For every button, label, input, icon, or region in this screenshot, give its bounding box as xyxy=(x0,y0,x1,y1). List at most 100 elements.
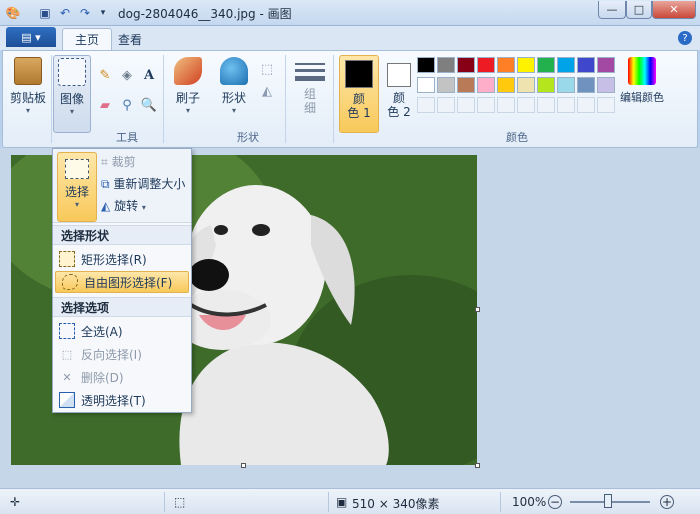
image-button[interactable]: 图像 ▾ xyxy=(53,55,91,133)
color-swatch[interactable] xyxy=(577,57,595,73)
rotate-icon: ◭ xyxy=(101,199,111,213)
close-button[interactable]: ✕ xyxy=(652,1,696,19)
chevron-down-icon: ▾ xyxy=(25,106,30,115)
rect-select-icon xyxy=(59,251,75,267)
magnifier-icon[interactable]: 🔍 xyxy=(139,95,159,115)
color-swatch[interactable] xyxy=(457,57,475,73)
edit-colors-button[interactable]: 编辑颜色 xyxy=(617,55,667,133)
minimize-button[interactable]: — xyxy=(598,1,626,19)
size-button[interactable]: 组 细 xyxy=(291,55,329,133)
color-swatch[interactable] xyxy=(597,77,615,93)
transparent-select-icon xyxy=(59,392,75,408)
color1-button[interactable]: 颜 色 1 xyxy=(339,55,379,133)
menu-select-all[interactable]: 全选(A) xyxy=(53,320,191,342)
chevron-down-icon: ▾ xyxy=(231,106,236,115)
maximize-button[interactable]: □ xyxy=(626,1,652,19)
custom-color-slot[interactable] xyxy=(537,97,555,113)
tab-home[interactable]: 主页 xyxy=(62,28,113,50)
custom-color-slot[interactable] xyxy=(577,97,595,113)
image-size-icon: ▣ xyxy=(336,495,348,509)
resize-handle-bottom[interactable] xyxy=(241,463,246,468)
select-rect-icon xyxy=(65,159,89,179)
image-dropdown-menu: 选择 ▾ ⌗ 裁剪 ⧉ 重新调整大小 ◭ 旋转 ▾ 选择形状 矩形选择(R) 自… xyxy=(52,148,192,413)
tools-group-label: 工具 xyxy=(116,131,138,144)
clipboard-button[interactable]: 剪贴板 ▾ xyxy=(9,55,47,133)
shapes-label: 形状 xyxy=(221,91,246,105)
outline-icon[interactable]: ⬚ xyxy=(257,59,277,79)
zoom-out-icon[interactable]: − xyxy=(548,495,562,509)
color-swatch[interactable] xyxy=(457,77,475,93)
crop-button[interactable]: ⌗ 裁剪 xyxy=(101,153,136,170)
menu-invert-select[interactable]: ⬚ 反向选择(I) xyxy=(53,343,191,365)
eraser-icon[interactable]: ▰ xyxy=(95,95,115,115)
menu-transparent-select[interactable]: 透明选择(T) xyxy=(53,389,191,411)
color-swatch[interactable] xyxy=(517,77,535,93)
customize-icon[interactable]: ▾ xyxy=(94,4,112,22)
color-swatch[interactable] xyxy=(417,57,435,73)
menu-free-select[interactable]: 自由图形选择(F) xyxy=(55,271,189,293)
color-swatch[interactable] xyxy=(597,57,615,73)
color2-button[interactable]: 颜 色 2 xyxy=(381,55,417,133)
custom-color-slot[interactable] xyxy=(437,97,455,113)
color-swatch[interactable] xyxy=(437,57,455,73)
resize-icon: ⧉ xyxy=(101,177,110,191)
color-swatch[interactable] xyxy=(477,77,495,93)
menu-rect-select[interactable]: 矩形选择(R) xyxy=(53,248,191,270)
fill-icon[interactable]: ◈ xyxy=(117,65,137,85)
custom-color-slot[interactable] xyxy=(477,97,495,113)
resize-handle-corner[interactable] xyxy=(475,463,480,468)
color-swatch[interactable] xyxy=(537,57,555,73)
color-swatch[interactable] xyxy=(477,57,495,73)
fill-shape-icon[interactable]: ◭ xyxy=(257,81,277,101)
custom-color-slot[interactable] xyxy=(517,97,535,113)
select-button[interactable]: 选择 ▾ xyxy=(57,152,97,222)
invert-select-icon: ⬚ xyxy=(61,347,73,361)
color-swatch[interactable] xyxy=(437,77,455,93)
save-icon[interactable]: ▣ xyxy=(36,4,54,22)
resize-handle-right[interactable] xyxy=(475,307,480,312)
redo-icon[interactable]: ↷ xyxy=(76,4,94,22)
rotate-button[interactable]: ◭ 旋转 ▾ xyxy=(101,197,146,214)
separator xyxy=(500,492,501,512)
clipboard-icon xyxy=(14,57,42,85)
custom-color-slot[interactable] xyxy=(417,97,435,113)
menu-delete[interactable]: ✕ 删除(D) xyxy=(53,366,191,388)
custom-color-slot[interactable] xyxy=(497,97,515,113)
text-icon[interactable]: A xyxy=(139,65,159,85)
brushes-button[interactable]: 刷子 ▾ xyxy=(169,55,207,133)
tab-view[interactable]: 查看 xyxy=(106,28,154,50)
custom-color-slot[interactable] xyxy=(457,97,475,113)
color-swatch[interactable] xyxy=(517,57,535,73)
custom-color-slot[interactable] xyxy=(597,97,615,113)
color-swatch[interactable] xyxy=(557,77,575,93)
crop-label: 裁剪 xyxy=(111,155,136,169)
color-swatch[interactable] xyxy=(497,57,515,73)
delete-label: 删除(D) xyxy=(81,370,124,385)
select-label: 选择 xyxy=(64,185,89,199)
color-swatch[interactable] xyxy=(577,77,595,93)
custom-color-slot[interactable] xyxy=(557,97,575,113)
shapes-button[interactable]: 形状 ▾ xyxy=(215,55,253,133)
separator xyxy=(285,55,286,143)
color-swatch[interactable] xyxy=(537,77,555,93)
shapes-icon xyxy=(220,57,248,85)
color-swatch[interactable] xyxy=(497,77,515,93)
zoom-in-icon[interactable]: + xyxy=(660,495,674,509)
title-bar: 🎨 ▣ ↶ ↷ ▾ dog-2804046__340.jpg - 画图 — □ … xyxy=(0,0,700,26)
color-swatch[interactable] xyxy=(557,57,575,73)
image-label: 图像 xyxy=(59,92,84,106)
undo-icon[interactable]: ↶ xyxy=(56,4,74,22)
color-swatch[interactable] xyxy=(417,77,435,93)
resize-button[interactable]: ⧉ 重新调整大小 xyxy=(101,175,185,192)
colors-group-label: 颜色 xyxy=(506,131,528,144)
free-select-icon xyxy=(62,274,78,290)
help-icon[interactable]: ? xyxy=(678,31,692,45)
paint-app-icon[interactable]: 🎨 xyxy=(4,4,22,22)
cursor-position-icon: ✛ xyxy=(10,495,21,509)
chevron-down-icon: ▾ xyxy=(141,203,146,212)
color-picker-icon[interactable]: ⚲ xyxy=(117,95,137,115)
app-menu-button[interactable]: ▤ ▾ xyxy=(6,27,56,47)
zoom-slider-thumb[interactable] xyxy=(604,494,612,508)
color1-swatch xyxy=(345,60,373,88)
pencil-icon[interactable]: ✎ xyxy=(95,65,115,85)
